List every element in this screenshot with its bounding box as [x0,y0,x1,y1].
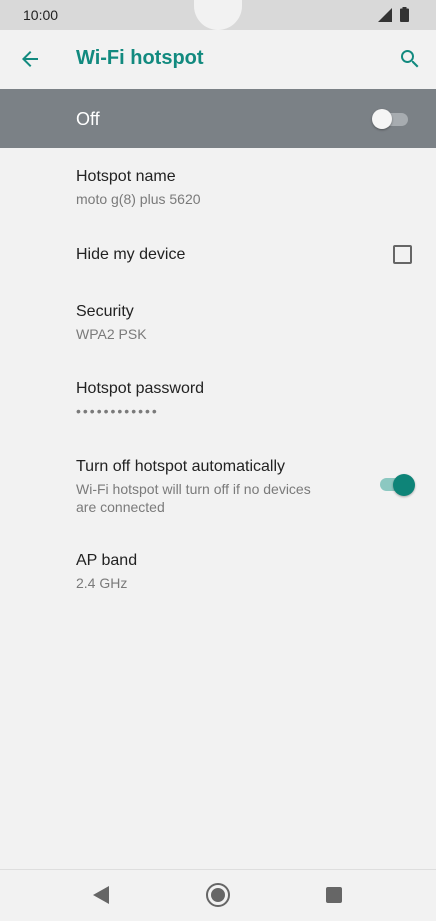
auto-off-title: Turn off hotspot automatically [76,458,285,475]
app-bar: Wi-Fi hotspot [0,30,436,88]
toggle-thumb [372,109,392,129]
hotspot-master-switch-bar[interactable]: Off [0,89,436,148]
setting-auto-off[interactable]: Turn off hotspot automatically Wi-Fi hot… [0,446,436,526]
hotspot-name-title: Hotspot name [76,168,176,185]
status-time: 10:00 [23,7,59,23]
status-bar: 10:00 [0,0,436,30]
search-icon[interactable] [398,47,422,71]
hide-device-title: Hide my device [76,246,186,263]
security-title: Security [76,303,134,320]
hide-device-checkbox[interactable] [393,245,412,264]
setting-hide-device[interactable]: Hide my device [0,228,436,280]
hotspot-master-toggle[interactable] [372,107,408,131]
master-switch-label: Off [76,109,100,129]
battery-icon [400,7,409,22]
page-title: Wi-Fi hotspot [76,47,204,69]
security-value: WPA2 PSK [76,326,147,342]
setting-hotspot-password[interactable]: Hotspot password •••••••••••• [0,368,436,430]
signal-icon [378,8,392,22]
arrow-back-icon[interactable] [18,47,42,71]
setting-hotspot-name[interactable]: Hotspot name moto g(8) plus 5620 [0,150,436,218]
system-nav-bar [0,869,436,921]
password-title: Hotspot password [76,380,205,397]
auto-off-toggle[interactable] [380,472,416,498]
toggle-thumb [393,474,415,496]
auto-off-description-line2: are connected [76,499,165,515]
nav-back-icon[interactable] [92,885,110,905]
nav-home-icon[interactable] [205,882,231,908]
ap-band-value: 2.4 GHz [76,575,128,591]
setting-security[interactable]: Security WPA2 PSK [0,290,436,352]
nav-recents-icon[interactable] [326,887,342,903]
ap-band-title: AP band [76,552,138,569]
hotspot-name-value: moto g(8) plus 5620 [76,191,201,207]
password-value: •••••••••••• [76,403,159,419]
auto-off-description-line1: Wi-Fi hotspot will turn off if no device… [76,481,311,497]
setting-ap-band[interactable]: AP band 2.4 GHz [0,540,436,602]
